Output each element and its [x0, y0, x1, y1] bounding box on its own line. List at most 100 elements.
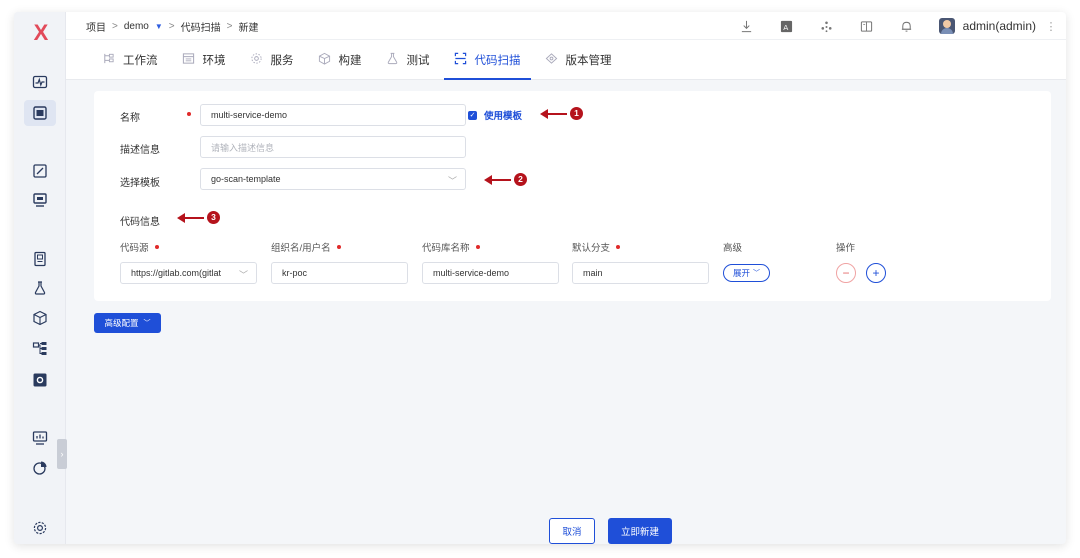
breadcrumb-module[interactable]: 代码扫描 [181, 19, 221, 34]
annotation-arrow [540, 108, 567, 119]
breadcrumb-project[interactable]: 项目 [86, 19, 106, 34]
dashboard-icon[interactable] [32, 430, 48, 446]
chevron-down-icon: ﹀ [753, 270, 760, 277]
tab-label: 服务 [270, 54, 294, 67]
pipeline-icon[interactable] [32, 340, 48, 356]
annotation-badge: 1 [570, 107, 583, 120]
breadcrumb-action: 新建 [238, 23, 259, 34]
app-window: X › 项目 > demo ▼ > 代码扫描 > 新建 A admin(admi… [14, 12, 1066, 544]
tab-label: 工作流 [123, 54, 158, 67]
remove-repo-button[interactable]: − [836, 263, 856, 283]
avatar[interactable] [938, 18, 955, 34]
column-header-label: 操作 [836, 243, 856, 254]
plugin-icon[interactable] [807, 12, 847, 40]
tab-code-scan[interactable]: 代码扫描 [443, 40, 531, 80]
bell-icon[interactable] [887, 12, 927, 40]
user-menu[interactable]: admin(admin) [927, 18, 1036, 34]
column-header-ops: 操作 [836, 240, 855, 254]
required-marker [616, 245, 621, 249]
workflow-icon [102, 52, 115, 68]
settings-box-icon[interactable] [32, 372, 48, 388]
desc-label: 描述信息 [120, 145, 160, 156]
edit-doc-icon[interactable] [32, 163, 48, 179]
tab-version[interactable]: 版本管理 [535, 40, 622, 80]
column-header-branch: 默认分支 [572, 240, 621, 254]
tab-label: 环境 [202, 54, 226, 67]
desc-input[interactable]: 请输入描述信息 [200, 136, 466, 158]
name-label: 名称 [120, 113, 140, 124]
branch-input[interactable]: main [572, 262, 709, 284]
package-icon[interactable] [32, 310, 48, 326]
annotation-1: 1 [540, 107, 583, 120]
chevron-down-icon: ﹀ [447, 176, 457, 186]
project-icon[interactable] [32, 105, 48, 121]
template-label: 选择模板 [120, 178, 160, 189]
column-header-source: 代码源 [120, 240, 159, 254]
scan-form-card: 名称 multi-service-demo ✓ 使用模板 1 描述信息 请输入描… [94, 91, 1051, 301]
add-repo-button[interactable]: + [866, 263, 886, 283]
code-info-label: 代码信息 [120, 217, 160, 228]
module-tabs: 工作流 环境 服务 构建 测试 代码扫描 版本管理 [66, 40, 1066, 80]
breadcrumb: 项目 > demo ▼ > 代码扫描 > 新建 [86, 19, 258, 34]
cancel-button[interactable]: 取消 [549, 518, 595, 544]
required-marker [475, 245, 480, 249]
top-bar: 项目 > demo ▼ > 代码扫描 > 新建 A admin(admin) ⋮ [66, 12, 1066, 40]
flask-icon[interactable] [32, 280, 48, 296]
translate-icon[interactable]: A [767, 12, 807, 40]
annotation-2: 2 [484, 173, 527, 186]
more-vertical-icon[interactable]: ⋮ [1036, 20, 1066, 33]
gear-icon[interactable] [32, 520, 48, 536]
user-name[interactable]: admin(admin) [963, 19, 1036, 33]
code-source-value: https://gitlab.com(gitlat [131, 268, 222, 278]
tab-service[interactable]: 服务 [240, 40, 304, 80]
template-select[interactable]: go-scan-template ﹀ [200, 168, 466, 190]
code-source-select[interactable]: https://gitlab.com(gitlat ﹀ [120, 262, 257, 284]
column-header-label: 组织名/用户名 [271, 243, 331, 254]
service-icon [250, 52, 263, 68]
expand-label: 展开 [732, 268, 750, 278]
breadcrumb-separator: > [226, 21, 233, 32]
logo[interactable]: X [30, 22, 52, 44]
column-header-advanced: 高级 [723, 240, 742, 254]
column-header-label: 代码库名称 [422, 243, 470, 254]
column-header-org: 组织名/用户名 [271, 240, 341, 254]
sidebar-collapse-handle[interactable]: › [57, 439, 67, 469]
tab-environment[interactable]: 环境 [172, 40, 236, 80]
pie-chart-icon[interactable] [32, 460, 48, 476]
repo-name-input[interactable]: multi-service-demo [422, 262, 559, 284]
breadcrumb-project-name[interactable]: demo [124, 21, 149, 32]
tab-label: 版本管理 [565, 54, 612, 67]
create-now-button[interactable]: 立即新建 [608, 518, 672, 544]
caret-down-icon[interactable]: ▼ [155, 22, 163, 31]
pulse-icon[interactable] [32, 74, 48, 90]
docs-icon[interactable] [847, 12, 887, 40]
tab-build[interactable]: 构建 [308, 40, 372, 80]
chevron-down-icon: ﹀ [238, 270, 248, 280]
tab-label: 测试 [406, 54, 430, 67]
sidebar: X › [14, 12, 67, 544]
chevron-down-icon: ﹀ [143, 320, 151, 327]
annotation-arrow [484, 174, 511, 185]
required-marker [154, 245, 159, 249]
required-marker [336, 245, 341, 249]
tab-label: 构建 [338, 54, 362, 67]
use-template-label[interactable]: 使用模板 [484, 108, 522, 122]
org-input[interactable]: kr-poc [271, 262, 408, 284]
column-header-repo: 代码库名称 [422, 240, 480, 254]
tab-test[interactable]: 测试 [376, 40, 440, 80]
column-header-label: 代码源 [120, 243, 149, 254]
report-icon[interactable] [32, 251, 48, 267]
expand-advanced-button[interactable]: 展开 ﹀ [723, 264, 770, 282]
advanced-config-button[interactable]: 高级配置 ﹀ [94, 313, 161, 333]
scan-icon [454, 52, 467, 68]
breadcrumb-separator: > [168, 21, 175, 32]
annotation-arrow [177, 212, 204, 223]
required-marker [187, 112, 191, 116]
use-template-toggle[interactable]: ✓ 使用模板 [468, 108, 522, 122]
name-input[interactable]: multi-service-demo [200, 104, 466, 126]
use-template-checkbox[interactable]: ✓ [468, 110, 477, 120]
environment-icon [182, 52, 195, 68]
release-icon[interactable] [32, 192, 48, 208]
tab-workflow[interactable]: 工作流 [92, 40, 168, 80]
download-icon[interactable] [727, 12, 767, 40]
